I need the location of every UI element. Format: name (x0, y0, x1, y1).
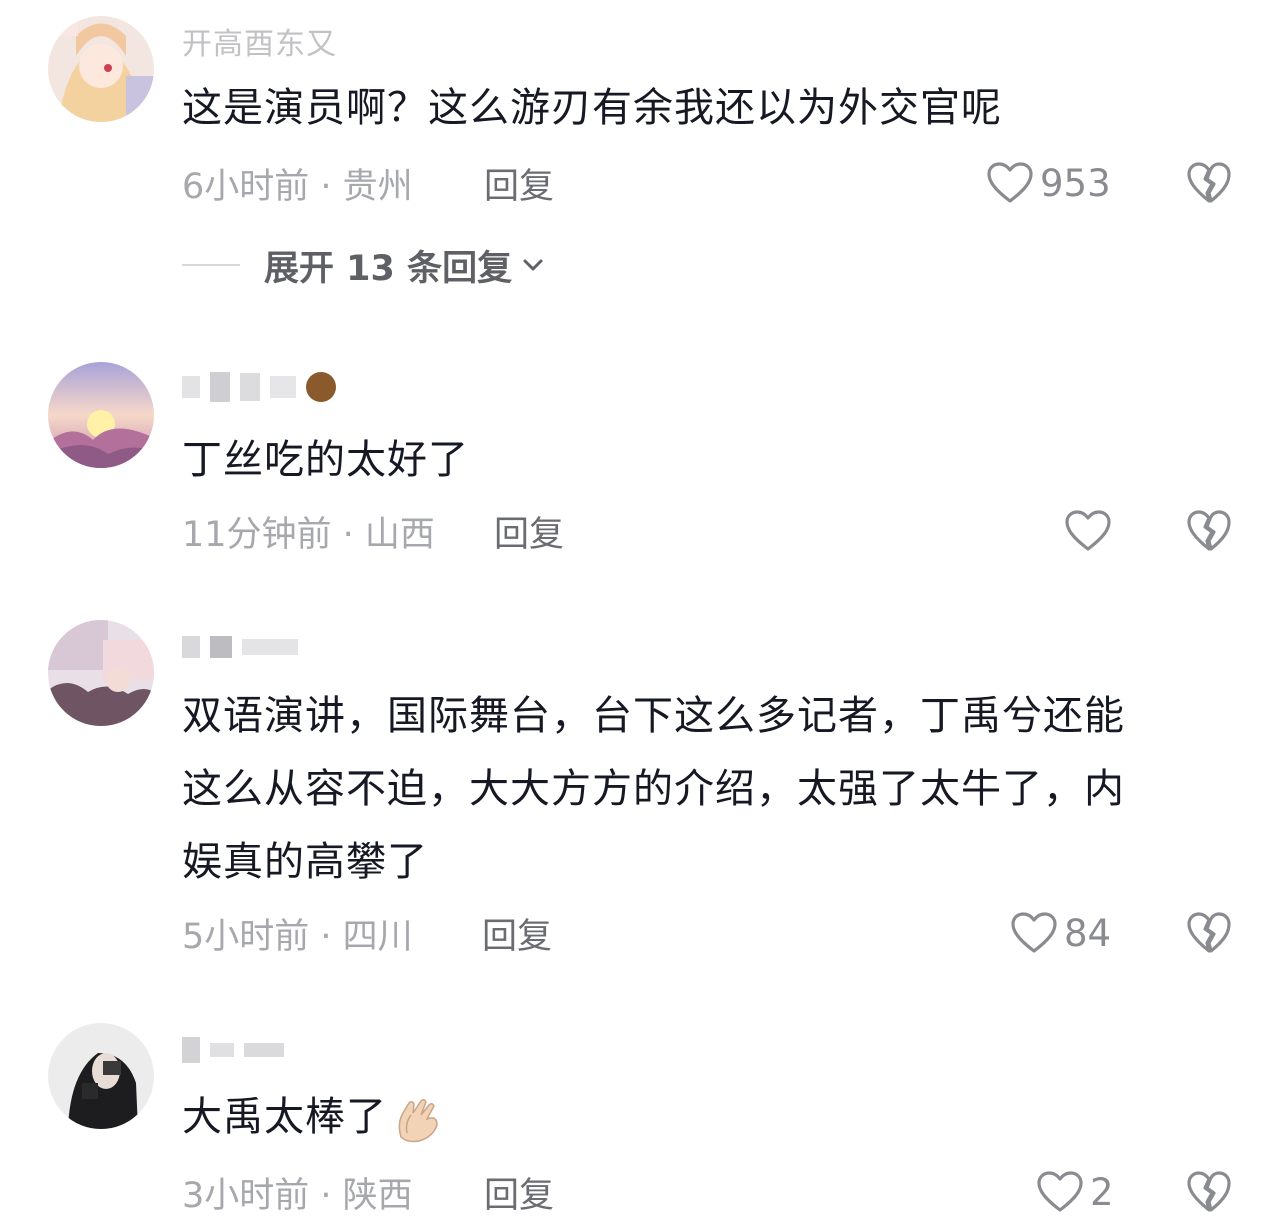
username-blur (182, 636, 200, 658)
comment-meta: 3小时前 · 陕西 回复 (182, 1167, 554, 1217)
comment-text: 大禹太棒了 (182, 1081, 445, 1154)
like-button[interactable]: 84 (1010, 908, 1111, 958)
like-count: 953 (1040, 161, 1111, 205)
reply-button[interactable]: 回复 (494, 506, 564, 557)
expand-replies-label: 展开 13 条回复 (264, 248, 513, 289)
avatar[interactable] (48, 1023, 154, 1129)
username[interactable] (182, 370, 336, 404)
clapping-hands-emoji (398, 1098, 438, 1143)
like-button[interactable] (1064, 506, 1118, 556)
username-blur (182, 1037, 200, 1063)
comment-text: 丁丝吃的太好了 (182, 437, 469, 483)
heart-outline-icon (1011, 912, 1057, 953)
like-count: 84 (1064, 911, 1112, 955)
time-location: 3小时前 · 陕西 (182, 1175, 413, 1216)
username-blur (182, 376, 200, 398)
broken-heart-icon (1187, 1171, 1231, 1212)
time-location: 6小时前 · 贵州 (182, 166, 413, 207)
time-location: 5小时前 · 四川 (182, 916, 413, 957)
username[interactable] (182, 1033, 284, 1067)
broken-heart-icon (1187, 912, 1231, 953)
heart-outline-icon (987, 162, 1033, 203)
like-button[interactable]: 953 (986, 158, 1111, 208)
username[interactable] (182, 630, 298, 664)
like-button[interactable]: 2 (1036, 1167, 1114, 1217)
comment-meta: 11分钟前 · 山西 回复 (182, 506, 564, 556)
broken-heart-icon (1187, 162, 1231, 203)
comment-meta: 6小时前 · 贵州 回复 (182, 158, 554, 208)
username-emoji-blur (306, 372, 336, 402)
avatar[interactable] (48, 362, 154, 468)
reply-button[interactable]: 回复 (484, 158, 554, 209)
dislike-button[interactable] (1186, 158, 1232, 208)
expand-replies-button[interactable]: 展开 13 条回复 (182, 240, 544, 290)
reply-button[interactable]: 回复 (482, 908, 552, 959)
username-blur (210, 636, 232, 658)
comment-text-line: 双语演讲，国际舞台，台下这么多记者，丁禹兮还能 (182, 693, 1125, 739)
avatar[interactable] (48, 16, 154, 122)
username-blur (270, 376, 296, 398)
username-blur (240, 373, 260, 401)
username-blur (210, 372, 230, 402)
comment-item: 开高酉东又 这是演员啊？这么游刃有余我还以为外交官呢 6小时前 · 贵州 回复 … (0, 0, 1284, 300)
dislike-button[interactable] (1186, 1167, 1232, 1217)
username[interactable]: 开高酉东又 (182, 24, 337, 62)
comment-text-line: 娱真的高攀了 (182, 839, 428, 885)
comment-meta: 5小时前 · 四川 回复 (182, 908, 552, 958)
chevron-down-icon (523, 259, 543, 271)
comment-text-line: 这么从容不迫，大大方方的介绍，太强了太牛了，内 (182, 766, 1125, 812)
comment-item: 大禹太棒了 3小时前 · 陕西 回复 2 (0, 1005, 1284, 1231)
heart-outline-icon (1065, 510, 1111, 551)
username-text[interactable]: 开高酉东又 (182, 19, 337, 63)
comment-text-body: 大禹太棒了 (182, 1094, 387, 1140)
time-location: 11分钟前 · 山西 (182, 514, 435, 555)
dislike-button[interactable] (1186, 908, 1232, 958)
username-blur (210, 1043, 234, 1057)
dislike-button[interactable] (1186, 506, 1232, 556)
reply-button[interactable]: 回复 (484, 1167, 554, 1218)
comment-item: 双语演讲，国际舞台，台下这么多记者，丁禹兮还能 这么从容不迫，大大方方的介绍，太… (0, 600, 1284, 980)
username-blur (242, 639, 298, 655)
broken-heart-icon (1187, 510, 1231, 551)
comment-text: 这是演员啊？这么游刃有余我还以为外交官呢 (182, 85, 1002, 131)
username-blur (244, 1043, 284, 1057)
divider-line (182, 264, 240, 266)
comment-item: 丁丝吃的太好了 11分钟前 · 山西 回复 (0, 340, 1284, 570)
avatar[interactable] (48, 620, 154, 726)
like-count: 2 (1090, 1170, 1114, 1214)
heart-outline-icon (1037, 1171, 1083, 1212)
